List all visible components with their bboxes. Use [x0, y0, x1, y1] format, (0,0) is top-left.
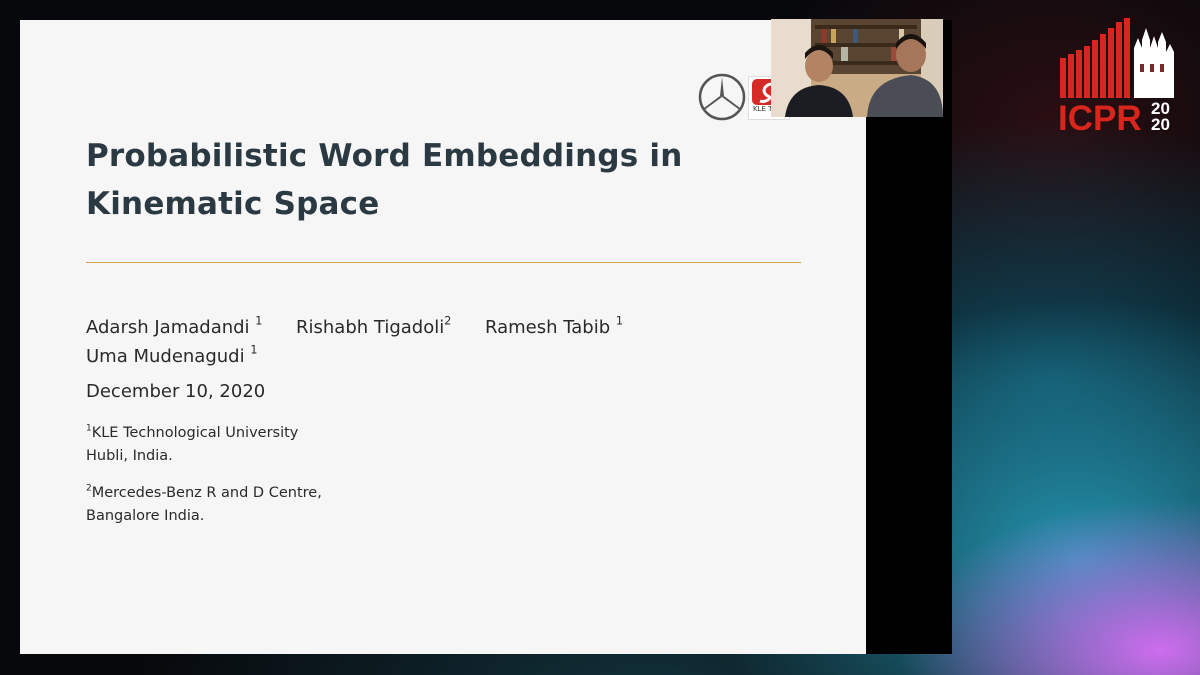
icpr-logo-text: ICPR	[1058, 99, 1142, 133]
presentation-date: December 10, 2020	[86, 381, 266, 402]
webcam-feed	[771, 19, 943, 117]
kle-logo-label: KLE T	[753, 105, 773, 113]
affiliation-1-line-2: Hubli, India.	[86, 448, 173, 464]
presentation-slide: KLE T Probabilistic Word Embeddings in K…	[20, 20, 866, 654]
icpr-conference-logo: ICPR 20 20	[1058, 18, 1174, 133]
icpr-logo-year-bottom: 20	[1151, 115, 1170, 133]
author-1: Adarsh Jamadandi 1	[86, 314, 263, 338]
author-name: Rishabh Tigadoli	[296, 317, 445, 338]
author-affiliation-mark: 1	[615, 314, 623, 328]
icpr-cathedral-icon	[1060, 18, 1174, 98]
mercedes-benz-logo-icon	[698, 73, 746, 121]
slide-title: Probabilistic Word Embeddings in Kinemat…	[86, 138, 683, 222]
author-4: Uma Mudenagudi 1	[86, 343, 258, 367]
author-name: Uma Mudenagudi	[86, 346, 245, 367]
author-3: Ramesh Tabib 1	[485, 314, 623, 338]
affiliation-name: KLE Technological University	[91, 425, 299, 441]
affiliation-2-line-1: 2Mercedes-Benz R and D Centre,	[86, 484, 322, 501]
author-affiliation-mark: 1	[250, 343, 258, 357]
webcam-video-icon	[771, 19, 943, 117]
title-divider	[86, 262, 801, 263]
author-name: Ramesh Tabib	[485, 317, 611, 338]
affiliation-1-line-1: 1KLE Technological University	[86, 424, 299, 441]
author-name: Adarsh Jamadandi	[86, 317, 250, 338]
author-2: Rishabh Tigadoli2	[296, 314, 452, 338]
affiliation-2-line-2: Bangalore India.	[86, 508, 205, 524]
affiliation-name: Mercedes-Benz R and D Centre,	[91, 485, 322, 501]
author-affiliation-mark: 2	[444, 314, 452, 328]
author-affiliation-mark: 1	[255, 314, 263, 328]
